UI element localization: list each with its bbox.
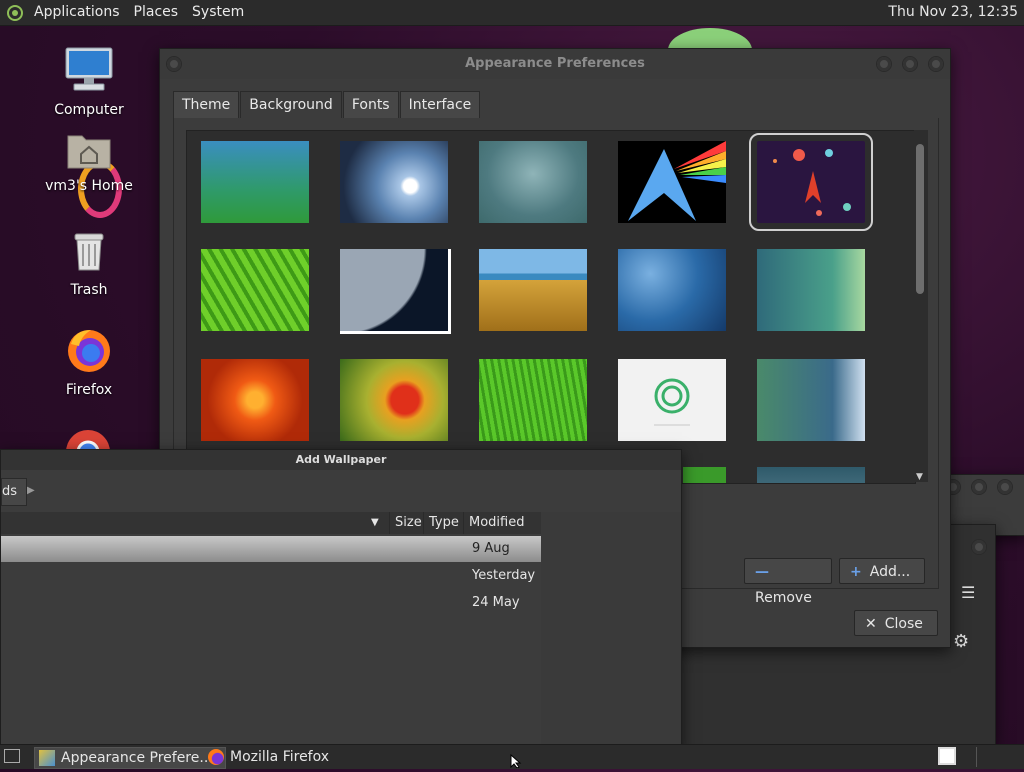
dialog-title: Add Wallpaper <box>295 453 387 466</box>
desktop-icon-computer[interactable]: Computer <box>34 46 144 118</box>
window-menu-icon[interactable] <box>166 56 182 72</box>
preview-pane <box>541 512 681 750</box>
wallpaper-thumb-selected[interactable] <box>749 133 873 231</box>
column-modified[interactable]: Modified <box>463 512 541 534</box>
firefox-icon <box>208 749 224 765</box>
top-panel: Applications Places System Thu Nov 23, 1… <box>0 0 1024 26</box>
plus-icon: + <box>850 564 862 580</box>
file-row[interactable]: 24 May <box>1 590 541 616</box>
wallpaper-thumb[interactable] <box>757 249 865 331</box>
vertical-scrollbar[interactable]: ▼ <box>914 130 928 482</box>
minus-icon: — <box>755 564 769 580</box>
firefox-icon <box>34 326 144 378</box>
remove-button[interactable]: —Remove <box>744 558 832 606</box>
window-title: Appearance Preferences <box>465 56 645 71</box>
wallpaper-thumb[interactable] <box>340 141 448 223</box>
desktop-icon-firefox[interactable]: Firefox <box>34 326 144 398</box>
mouse-cursor-icon <box>510 753 522 772</box>
maximize-icon[interactable] <box>902 56 918 72</box>
wallpaper-thumb[interactable] <box>201 141 309 223</box>
window-control-icon[interactable] <box>971 479 987 495</box>
file-list[interactable]: 9 Aug Yesterday 24 May <box>1 534 541 750</box>
wallpaper-thumb[interactable] <box>618 141 726 223</box>
wallpaper-thumb[interactable] <box>479 141 587 223</box>
window-titlebar[interactable]: Appearance Preferences <box>160 49 950 79</box>
wallpaper-thumb[interactable] <box>757 467 865 483</box>
file-row[interactable]: 9 Aug <box>1 536 541 562</box>
appearance-icon <box>39 750 55 766</box>
workspace-switcher-icon[interactable] <box>938 747 956 765</box>
menu-places[interactable]: Places <box>127 0 186 25</box>
computer-icon <box>34 46 144 98</box>
desktop-icon-home[interactable]: vm3's Home <box>34 130 144 194</box>
path-segment-button[interactable]: ds <box>1 478 27 506</box>
wallpaper-grid[interactable] <box>186 130 916 484</box>
desktop-icon-label: Trash <box>70 282 108 298</box>
menu-system[interactable]: System <box>185 0 251 25</box>
add-button[interactable]: + Add... <box>839 558 925 584</box>
tab-interface[interactable]: Interface <box>399 91 481 119</box>
tab-background[interactable]: Background <box>240 91 342 119</box>
file-list-header: ▼ Size Type Modified <box>1 512 541 535</box>
column-size[interactable]: Size <box>389 512 422 534</box>
close-button[interactable]: ✕ Close <box>854 610 938 636</box>
wallpaper-thumb[interactable] <box>201 359 309 441</box>
desktop-icon-label: vm3's Home <box>45 178 133 194</box>
taskbar-item-appearance[interactable]: Appearance Prefere... <box>34 747 226 769</box>
panel-separator <box>976 747 977 767</box>
wallpaper-thumb[interactable] <box>618 359 726 441</box>
home-folder-icon <box>34 130 144 174</box>
minimize-icon[interactable] <box>876 56 892 72</box>
sort-dropdown-icon[interactable]: ▼ <box>371 512 379 534</box>
close-x-icon: ✕ <box>865 616 877 632</box>
wallpaper-thumb[interactable] <box>201 249 309 331</box>
wallpaper-thumb[interactable] <box>479 249 587 331</box>
taskbar-item-firefox[interactable]: Mozilla Firefox <box>204 747 380 767</box>
column-type[interactable]: Type <box>423 512 459 534</box>
scroll-down-icon[interactable]: ▼ <box>916 472 923 482</box>
path-bar: ds ▶ <box>1 470 681 513</box>
dialog-titlebar[interactable]: Add Wallpaper <box>1 450 681 470</box>
close-window-icon[interactable] <box>928 56 944 72</box>
tab-theme[interactable]: Theme <box>173 91 240 119</box>
trash-icon <box>34 230 144 278</box>
menu-applications[interactable]: Applications <box>27 0 127 25</box>
path-next-icon[interactable]: ▶ <box>27 478 39 504</box>
wallpaper-thumb[interactable] <box>618 249 726 331</box>
tab-fonts[interactable]: Fonts <box>342 91 399 119</box>
tab-bar: Theme Background Fonts Interface <box>173 91 481 119</box>
desktop-icon-label: Firefox <box>65 382 113 398</box>
scrollbar-thumb[interactable] <box>916 144 924 294</box>
desktop-icon-label: Computer <box>54 102 124 118</box>
mate-logo-icon <box>7 4 23 21</box>
wallpaper-thumb[interactable] <box>479 359 587 441</box>
show-desktop-icon[interactable] <box>4 749 20 763</box>
desktop-icon-trash[interactable]: Trash <box>34 230 144 298</box>
wallpaper-thumb[interactable] <box>340 249 451 334</box>
clock[interactable]: Thu Nov 23, 12:35 <box>888 0 1018 25</box>
wallpaper-thumb[interactable] <box>340 359 448 441</box>
wallpaper-thumb[interactable] <box>757 359 865 441</box>
window-control-icon[interactable] <box>997 479 1013 495</box>
add-wallpaper-dialog[interactable]: Add Wallpaper ds ▶ ▼ Size Type Modified … <box>0 449 682 751</box>
window-control-icon[interactable] <box>971 539 987 555</box>
hamburger-menu-icon[interactable]: ☰ <box>961 583 975 602</box>
gear-icon[interactable]: ⚙ <box>953 631 969 652</box>
file-row[interactable]: Yesterday <box>1 563 541 589</box>
